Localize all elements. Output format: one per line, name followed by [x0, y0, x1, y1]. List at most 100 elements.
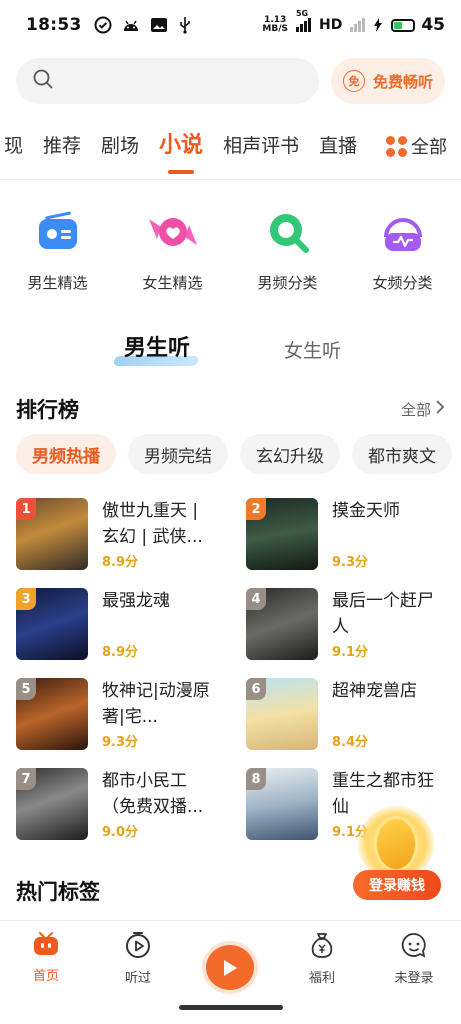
candy-icon: [145, 204, 201, 260]
tab-male[interactable]: 男生听: [124, 330, 190, 362]
category-label: 女生精选: [142, 274, 203, 292]
home-indicator[interactable]: [179, 1005, 283, 1010]
category-male-genres[interactable]: 男频分类: [230, 204, 345, 293]
signal-2-icon: [350, 18, 366, 32]
ranking-list: 1 傲世九重天 | 玄幻 | 武侠... 8.9分 2 摸金天师 9.3分 3 …: [16, 498, 456, 840]
book-title: 摸金天师: [332, 501, 400, 521]
book-title: 傲世九重天 | 玄幻 | 武侠...: [102, 501, 203, 547]
charging-bolt-icon: [373, 18, 383, 32]
nav-label: 福利: [308, 971, 335, 986]
tab-crosstalk[interactable]: 相声评书: [213, 128, 309, 164]
free-icon: 免: [342, 70, 365, 92]
book-score: 9.3分: [102, 735, 139, 750]
book-cover: 4: [246, 588, 318, 660]
rank-badge: 7: [16, 768, 36, 790]
book-item[interactable]: 3 最强龙魂 8.9分: [16, 588, 246, 660]
image-icon: [150, 17, 168, 33]
chip-urban[interactable]: 都市爽文: [352, 434, 452, 474]
status-time: 18:53: [26, 15, 82, 35]
usb-icon: [178, 16, 192, 34]
chip-male-complete[interactable]: 男频完结: [128, 434, 228, 474]
nav-play[interactable]: [184, 921, 276, 990]
rank-badge: 4: [246, 588, 266, 610]
book-cover: 3: [16, 588, 88, 660]
category-shortcuts: 男生精选 女生精选 男频分类 女频分类: [0, 204, 461, 293]
book-score: 9.3分: [332, 555, 369, 570]
book-title: 最后一个赶尸人: [332, 591, 434, 637]
tab-discover[interactable]: 现: [0, 128, 33, 164]
book-cover: 2: [246, 498, 318, 570]
free-listen-button[interactable]: 免 免费畅听: [331, 58, 445, 104]
login-earn-button[interactable]: 登录赚钱: [353, 870, 441, 900]
rank-badge: 6: [246, 678, 266, 700]
book-item[interactable]: 5 牧神记|动漫原著|宅... 9.3分: [16, 678, 246, 750]
chat-face-icon: [400, 931, 428, 963]
ranking-all-link[interactable]: 全部: [401, 399, 445, 420]
book-cover: 1: [16, 498, 88, 570]
headphones-icon: [375, 204, 431, 260]
nav-home[interactable]: 首页: [0, 921, 92, 990]
nav-label: 首页: [32, 969, 59, 984]
book-title: 都市小民工（免费双播...: [102, 771, 204, 817]
book-title: 牧神记|动漫原著|宅...: [102, 681, 210, 727]
search-input[interactable]: [16, 58, 319, 104]
signal-icon: 5G: [295, 9, 311, 32]
chip-male-hot[interactable]: 男频热播: [16, 434, 116, 474]
tab-novel[interactable]: 小说: [149, 128, 213, 164]
book-item[interactable]: 7 都市小民工（免费双播... 9.0分: [16, 768, 246, 840]
book-cover: 7: [16, 768, 88, 840]
status-bar: 18:53 1.13 MB/S 5G HD 45: [0, 0, 461, 50]
free-listen-label: 免费畅听: [372, 72, 433, 91]
coin-icon: [374, 816, 418, 872]
tab-all-button[interactable]: 全部: [384, 128, 447, 164]
play-icon: [206, 945, 254, 990]
category-label: 女频分类: [372, 274, 433, 292]
chip-fantasy[interactable]: 玄幻升级: [240, 434, 340, 474]
category-female-picks[interactable]: 女生精选: [115, 204, 230, 293]
book-cover: 5: [16, 678, 88, 750]
nav-history[interactable]: 听过: [92, 921, 184, 990]
battery-icon: 45: [391, 15, 445, 35]
nav-profile[interactable]: 未登录: [368, 921, 460, 990]
ranking-title: 排行榜: [16, 398, 79, 422]
android-icon: [122, 17, 140, 33]
book-title: 最强龙魂: [102, 591, 170, 611]
search-icon: [32, 68, 54, 94]
ranking-header: 排行榜 全部: [16, 394, 445, 424]
book-score: 8.4分: [332, 735, 369, 750]
nav-label: 听过: [124, 971, 151, 986]
tab-live[interactable]: 直播: [309, 128, 367, 164]
rank-badge: 5: [16, 678, 36, 700]
tab-female[interactable]: 女生听: [284, 336, 341, 363]
net-unit: MB/S: [262, 24, 288, 34]
battery-level: 45: [421, 15, 445, 35]
nav-welfare[interactable]: 福利: [276, 921, 368, 990]
book-score: 9.1分: [332, 645, 369, 660]
book-item[interactable]: 4 最后一个赶尸人 9.1分: [246, 588, 456, 660]
tab-all-label: 全部: [411, 137, 447, 158]
category-male-picks[interactable]: 男生精选: [0, 204, 115, 293]
hd-label: HD: [318, 17, 343, 33]
category-female-genres[interactable]: 女频分类: [345, 204, 460, 293]
magnifier-icon: [260, 204, 316, 260]
book-cover: 8: [246, 768, 318, 840]
rank-badge: 3: [16, 588, 36, 610]
grid-icon: [386, 135, 407, 157]
book-item[interactable]: 6 超神宠兽店 8.4分: [246, 678, 456, 750]
book-item[interactable]: 1 傲世九重天 | 玄幻 | 武侠... 8.9分: [16, 498, 246, 570]
money-bag-icon: [308, 931, 336, 963]
book-score: 8.9分: [102, 645, 139, 660]
book-score: 9.0分: [102, 825, 139, 840]
tab-theater[interactable]: 剧场: [91, 128, 149, 164]
chevron-right-icon: [435, 400, 445, 418]
category-label: 男生精选: [27, 274, 88, 292]
home-tv-icon: [32, 931, 60, 961]
check-circle-icon: [94, 16, 112, 34]
rank-badge: 2: [246, 498, 266, 520]
divider: [0, 179, 461, 180]
nav-label: 未登录: [394, 971, 434, 986]
book-title: 超神宠兽店: [332, 681, 417, 701]
tab-recommend[interactable]: 推荐: [33, 128, 91, 164]
book-item[interactable]: 2 摸金天师 9.3分: [246, 498, 456, 570]
book-cover: 6: [246, 678, 318, 750]
